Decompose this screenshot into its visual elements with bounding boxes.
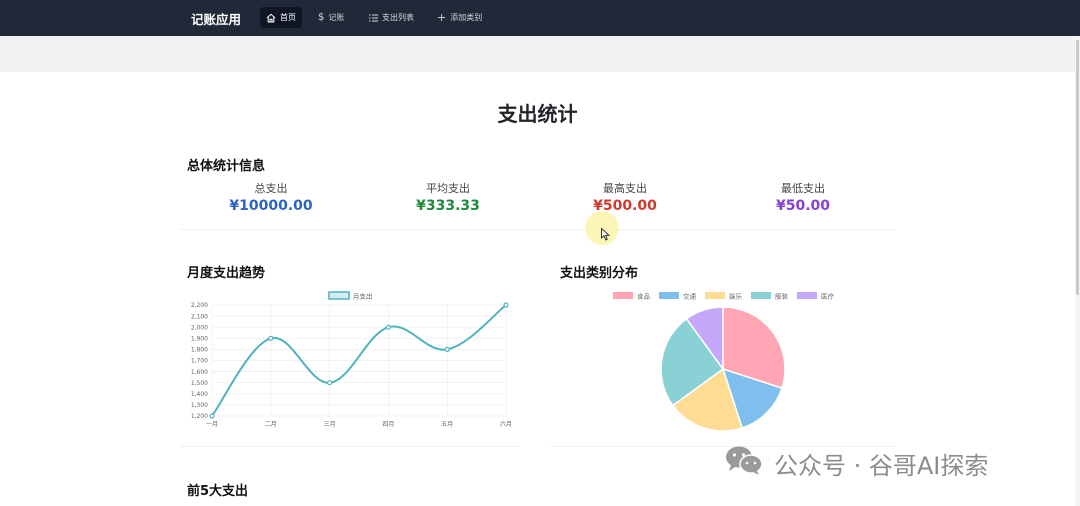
header-band: [0, 36, 1080, 72]
y-tick-label: 1,800: [191, 347, 208, 354]
legend-label: 医疗: [821, 292, 835, 301]
line-chart-card: 月支出 1,200 1,300 1,400 1,500 1,600 1,700 1,800 1,…: [180, 284, 520, 444]
wechat-icon: [724, 444, 764, 482]
y-tick-label: 2,100: [191, 313, 208, 320]
cursor-arrow-icon: [601, 226, 611, 245]
dollar-icon: $: [318, 12, 325, 23]
legend-label: 月支出: [353, 292, 373, 301]
brand-title[interactable]: 记账应用: [191, 9, 241, 28]
watermark-text: 公众号 · 谷哥AI探索: [774, 451, 989, 480]
stat-total: 总支出 ¥10000.00: [186, 182, 356, 216]
y-tick-label: 1,600: [191, 369, 208, 376]
distribution-title: 支出类别分布: [560, 266, 639, 281]
y-tick-label: 1,200: [191, 413, 208, 420]
nav-home-label: 首页: [280, 13, 296, 22]
legend-swatch: [797, 292, 817, 299]
y-tick-label: 1,500: [191, 380, 208, 387]
legend-label: 服装: [775, 292, 789, 301]
legend-swatch: [705, 292, 725, 299]
nav-record-label: 记账: [328, 13, 345, 22]
trend-divider: [180, 446, 520, 447]
line-data-point: [503, 302, 509, 308]
stat-average: 平均支出 ¥333.33: [363, 182, 533, 216]
trend-title: 月度支出趋势: [187, 266, 266, 281]
x-tick-label: 四月: [382, 421, 394, 428]
legend-swatch: [613, 292, 633, 299]
navbar: 记账应用 首页 $ 记账 支出列表 + 添加类别: [0, 0, 1080, 36]
y-tick-label: 1,300: [191, 402, 208, 409]
nav-add-category-label: 添加类别: [450, 13, 483, 22]
x-tick-label: 二月: [265, 421, 277, 428]
top5-title: 前5大支出: [187, 484, 249, 499]
stat-total-value: ¥10000.00: [229, 198, 313, 214]
legend-label: 娱乐: [729, 292, 743, 301]
line-data-point: [444, 346, 450, 353]
x-tick-label: 一月: [206, 421, 218, 428]
y-tick-label: 2,200: [191, 302, 208, 309]
y-tick-label: 2,000: [191, 324, 208, 331]
legend-swatch: [659, 292, 679, 299]
nav-expense-list[interactable]: 支出列表: [363, 7, 420, 28]
line-data-point: [327, 380, 333, 386]
list-icon: [369, 14, 378, 22]
overview-title: 总体统计信息: [187, 159, 266, 174]
legend-label: 食品: [637, 292, 650, 301]
stat-total-label: 总支出: [254, 182, 288, 195]
line-data-point: [268, 335, 274, 341]
stat-average-label: 平均支出: [426, 182, 470, 195]
stat-min: 最低支出 ¥50.00: [718, 182, 888, 216]
watermark: 公众号 · 谷哥AI探索: [724, 444, 988, 482]
page-title: 支出统计: [497, 102, 578, 126]
y-tick-label: 1,400: [191, 391, 208, 398]
scrollbar-thumb[interactable]: [1076, 40, 1079, 295]
home-icon: [266, 13, 276, 23]
stat-max-value: ¥500.00: [593, 198, 657, 214]
line-data-point: [385, 324, 391, 330]
nav-record[interactable]: $ 记账: [312, 7, 350, 28]
x-tick-label: 六月: [500, 420, 512, 428]
y-tick-label: 1,900: [191, 336, 208, 343]
nav-expense-list-label: 支出列表: [382, 13, 414, 22]
line-chart: 月支出 1,200 1,300 1,400 1,500 1,600 1,700 1,800 1,…: [191, 291, 512, 428]
legend-swatch: [751, 292, 771, 299]
plus-icon: +: [437, 11, 447, 24]
x-tick-label: 三月: [324, 421, 336, 428]
nav-home[interactable]: 首页: [260, 7, 302, 28]
pie-chart-card: 食品 交通 娱乐 服装 医疗: [550, 284, 895, 444]
pie-chart: 食品 交通 娱乐 服装 医疗: [613, 292, 835, 432]
overview-divider: [180, 229, 895, 230]
legend-swatch: [328, 291, 350, 300]
stat-average-value: ¥333.33: [416, 198, 480, 214]
y-tick-label: 1,700: [191, 358, 208, 365]
stat-max: 最高支出 ¥500.00: [540, 182, 710, 216]
stat-min-label: 最低支出: [781, 182, 825, 195]
stat-min-value: ¥50.00: [775, 198, 831, 214]
stat-max-label: 最高支出: [603, 182, 647, 195]
line-data-point: [209, 413, 215, 419]
legend-label: 交通: [683, 292, 697, 301]
x-tick-label: 五月: [441, 421, 453, 428]
nav-add-category[interactable]: + 添加类别: [431, 7, 488, 28]
